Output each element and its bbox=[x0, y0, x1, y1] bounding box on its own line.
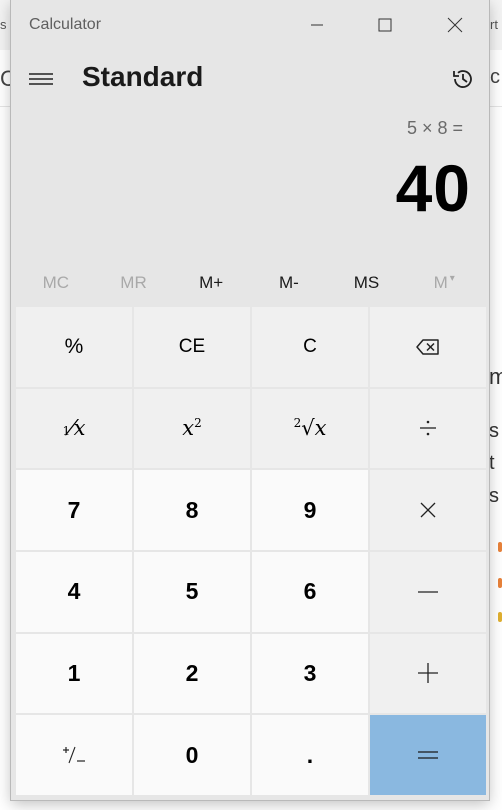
background-tab-fragment: s bbox=[0, 17, 7, 32]
square-root-button[interactable]: 2√x bbox=[252, 388, 368, 469]
clear-entry-button[interactable]: CE bbox=[134, 307, 250, 387]
background-text-fragment: t bbox=[489, 452, 495, 474]
minimize-icon bbox=[311, 24, 323, 26]
chevron-down-icon: ▾ bbox=[449, 272, 455, 284]
digit-0-button[interactable]: 0 bbox=[134, 715, 250, 795]
background-tab-fragment-right: rt bbox=[490, 17, 498, 32]
reciprocal-button[interactable]: 1⁄x bbox=[16, 388, 132, 469]
decimal-button[interactable]: . bbox=[252, 715, 368, 795]
background-accent-mark bbox=[498, 612, 502, 622]
equals-icon bbox=[418, 751, 438, 759]
clear-button[interactable]: C bbox=[252, 307, 368, 387]
window-title: Calculator bbox=[29, 16, 102, 33]
digit-4-button[interactable]: 4 bbox=[16, 551, 132, 632]
maximize-icon bbox=[378, 18, 392, 32]
backspace-icon bbox=[416, 339, 439, 355]
negate-button[interactable] bbox=[16, 715, 132, 795]
digit-9-button[interactable]: 9 bbox=[252, 470, 368, 550]
result-display: 40 bbox=[395, 151, 471, 225]
add-button[interactable] bbox=[370, 633, 486, 714]
close-icon bbox=[447, 17, 463, 33]
memory-add-button[interactable]: M+ bbox=[172, 262, 250, 304]
square-symbol: x2 bbox=[182, 416, 202, 441]
background-glyph: c bbox=[490, 66, 500, 88]
plus-minus-icon bbox=[63, 746, 85, 764]
digit-5-button[interactable]: 5 bbox=[134, 551, 250, 632]
root-index: 2 bbox=[293, 416, 302, 431]
divide-icon bbox=[420, 421, 436, 436]
percent-button[interactable]: % bbox=[16, 307, 132, 387]
digit-8-button[interactable]: 8 bbox=[134, 470, 250, 550]
square-button[interactable]: x2 bbox=[134, 388, 250, 469]
digit-2-button[interactable]: 2 bbox=[134, 633, 250, 714]
reciprocal-symbol: 1⁄x bbox=[62, 416, 86, 441]
equals-button[interactable] bbox=[370, 715, 486, 795]
background-text-fragment: s bbox=[489, 420, 499, 442]
background-text-fragment: m bbox=[489, 364, 502, 389]
subtract-button[interactable] bbox=[370, 551, 486, 632]
minus-icon bbox=[418, 591, 438, 593]
divide-button[interactable] bbox=[370, 388, 486, 469]
minimize-button[interactable] bbox=[283, 0, 351, 50]
digit-6-button[interactable]: 6 bbox=[252, 551, 368, 632]
memory-subtract-button[interactable]: M- bbox=[250, 262, 328, 304]
square-root-symbol: 2√x bbox=[293, 416, 327, 441]
expression-display: 5 × 8 = bbox=[406, 118, 463, 138]
multiply-icon bbox=[420, 502, 436, 518]
background-text-fragment: s bbox=[489, 485, 499, 507]
hamburger-icon bbox=[29, 73, 53, 85]
backspace-button[interactable] bbox=[370, 307, 486, 387]
multiply-button[interactable] bbox=[370, 470, 486, 550]
digit-7-button[interactable]: 7 bbox=[16, 470, 132, 550]
memory-clear-button[interactable]: MC bbox=[17, 262, 95, 304]
background-accent-mark bbox=[498, 578, 502, 588]
calculator-window: Calculator Standard 5 × 8 = 40 MC MR M+ … bbox=[11, 0, 489, 800]
calculator-header: Standard bbox=[11, 55, 489, 105]
memory-list-label: M bbox=[433, 273, 448, 292]
background-accent-mark bbox=[498, 542, 502, 552]
close-button[interactable] bbox=[421, 0, 489, 50]
history-button[interactable] bbox=[443, 59, 483, 99]
memory-store-button[interactable]: MS bbox=[328, 262, 406, 304]
plus-icon bbox=[418, 663, 438, 684]
digit-3-button[interactable]: 3 bbox=[252, 633, 368, 714]
navigation-menu-button[interactable] bbox=[23, 59, 59, 99]
history-icon bbox=[453, 70, 472, 88]
memory-controls: MC MR M+ M- MS M ▾ bbox=[17, 262, 483, 304]
memory-list-button[interactable]: M ▾ bbox=[405, 262, 483, 304]
square-exponent: 2 bbox=[194, 416, 202, 431]
title-bar[interactable]: Calculator bbox=[11, 0, 489, 50]
memory-recall-button[interactable]: MR bbox=[95, 262, 173, 304]
maximize-button[interactable] bbox=[351, 0, 419, 50]
digit-1-button[interactable]: 1 bbox=[16, 633, 132, 714]
keypad: % CE C 1⁄x x2 2√x 7 8 9 4 5 6 1 2 3 0 . bbox=[16, 307, 486, 795]
calculator-mode-title: Standard bbox=[82, 61, 204, 92]
